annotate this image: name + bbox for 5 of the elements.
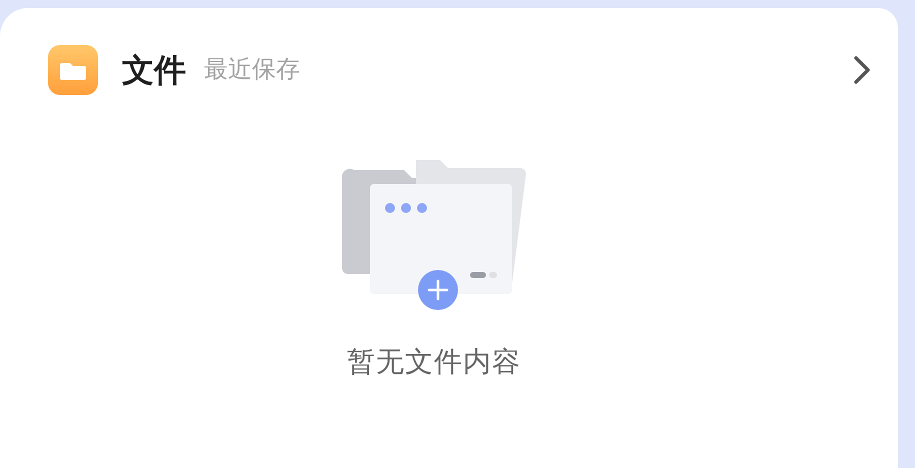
chevron-right-icon[interactable] [852,55,872,85]
card-title: 文件 [122,54,186,86]
card-subtitle: 最近保存 [204,58,300,82]
empty-message: 暂无文件内容 [347,348,521,376]
folder-icon [48,45,98,95]
